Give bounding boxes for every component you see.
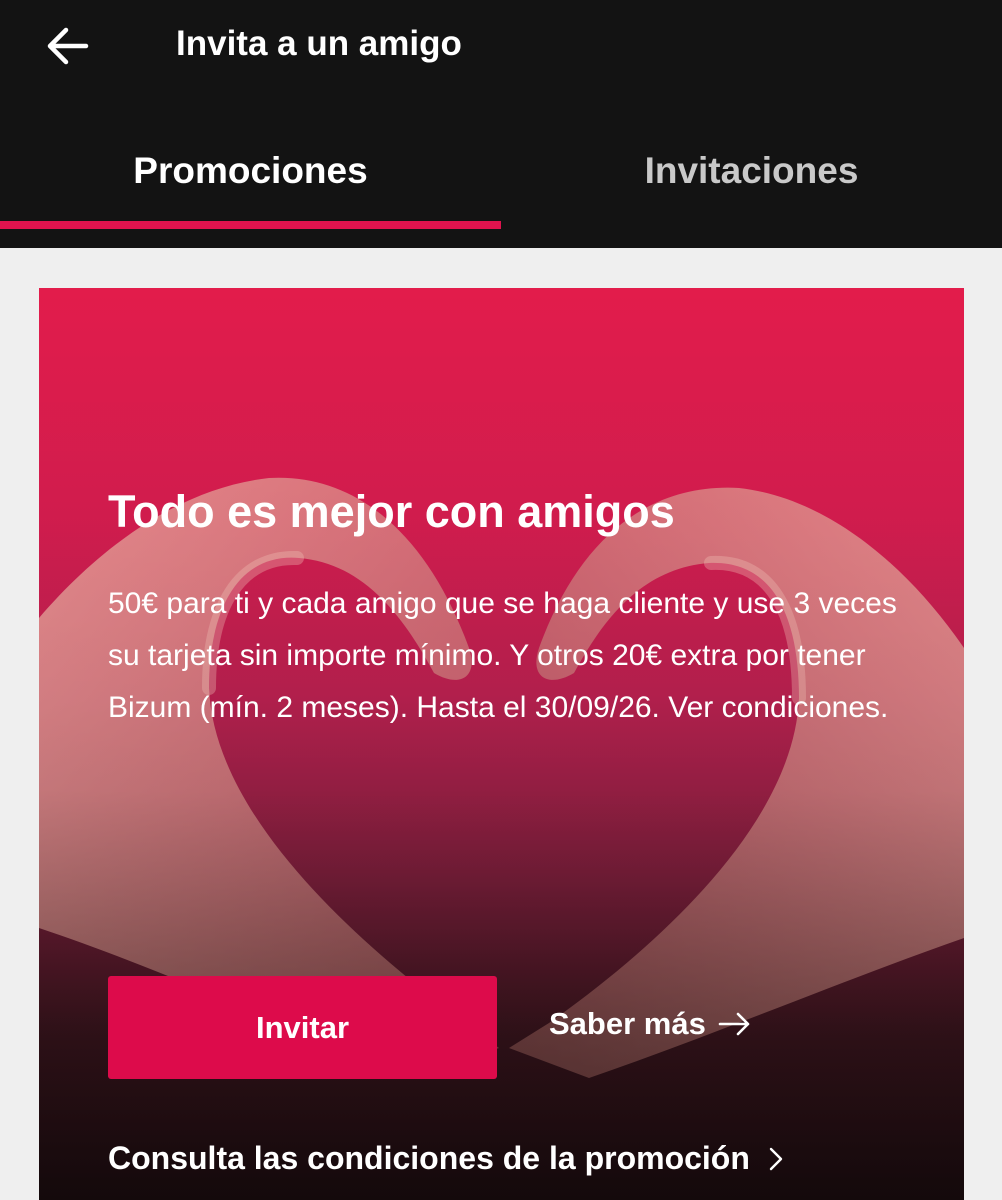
promo-title: Todo es mejor con amigos xyxy=(108,486,675,537)
arrow-left-icon xyxy=(46,26,90,66)
learn-more-label: Saber más xyxy=(549,1006,706,1041)
back-button[interactable] xyxy=(40,18,96,74)
arrow-right-icon xyxy=(718,1011,752,1037)
conditions-label: Consulta las condiciones de la promoción xyxy=(108,1140,750,1176)
invite-button[interactable]: Invitar xyxy=(108,976,497,1079)
promo-description: 50€ para ti y cada amigo que se haga cli… xyxy=(108,587,897,724)
tab-promociones[interactable]: Promociones xyxy=(0,130,501,230)
chevron-right-icon xyxy=(768,1146,784,1172)
learn-more-link[interactable]: Saber más xyxy=(549,1006,752,1042)
active-tab-indicator xyxy=(0,221,501,229)
page-title: Invita a un amigo xyxy=(176,24,462,63)
promo-card: Todo es mejor con amigos 50€ para ti y c… xyxy=(39,288,964,1200)
top-app-bar: Invita a un amigo Promociones Invitacion… xyxy=(0,0,1002,248)
promo-conditions-link[interactable]: Consulta las condiciones de la promoción xyxy=(108,1140,784,1177)
tab-invitaciones[interactable]: Invitaciones xyxy=(501,130,1002,230)
